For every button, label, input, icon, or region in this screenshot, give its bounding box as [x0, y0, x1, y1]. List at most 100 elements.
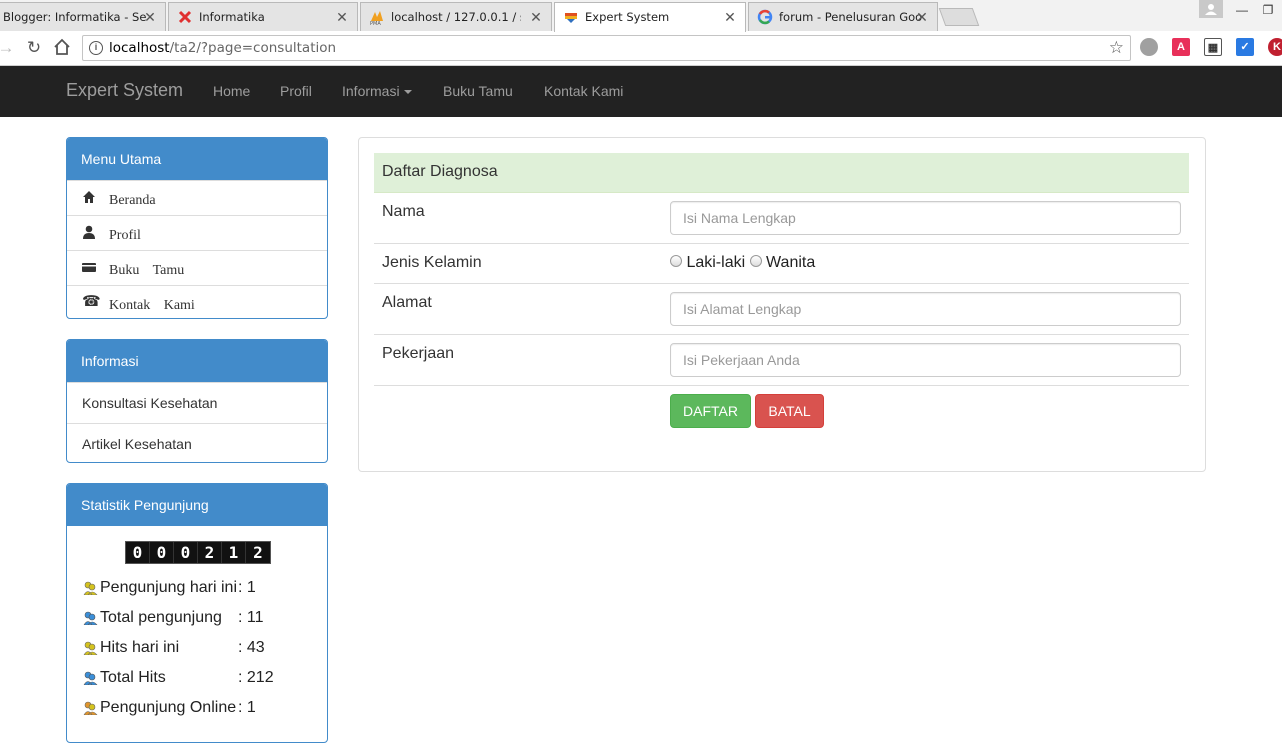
url-host: localhost: [109, 40, 170, 56]
expert-system-icon: [563, 8, 579, 24]
url-path: /ta2/?page=consultation: [169, 40, 337, 56]
browser-addressbar: → ↻ i localhost/ta2/?page=consultation ☆…: [0, 31, 1282, 66]
sidebar-item-buku-tamu[interactable]: Buku Tamu: [67, 250, 327, 285]
sidebar-item-profil[interactable]: Profil: [67, 215, 327, 250]
browser-tab-informatika[interactable]: Informatika ✕: [168, 2, 358, 31]
google-icon: [757, 8, 773, 25]
sidebar-item-label: Buku Tamu: [109, 263, 185, 278]
extension-icon[interactable]: [1140, 38, 1158, 56]
people-icon: [82, 699, 98, 716]
user-icon: [82, 225, 96, 239]
radio-label-laki-laki[interactable]: Laki-laki: [686, 254, 745, 271]
home-icon: [82, 190, 96, 204]
people-icon: [82, 639, 98, 656]
bookmark-star-icon[interactable]: ☆: [1109, 38, 1124, 58]
stat-value: : 43: [238, 639, 265, 656]
k-extension-icon[interactable]: K: [1268, 38, 1282, 56]
informasi-panel: Informasi Konsultasi Kesehatan Artikel K…: [66, 339, 328, 463]
stat-value: : 11: [238, 609, 264, 626]
panel-heading: Menu Utama: [67, 138, 327, 180]
minimize-icon[interactable]: —: [1229, 0, 1255, 22]
people-icon: [82, 669, 98, 686]
phpmyadmin-icon: PMA: [369, 8, 385, 27]
sidebar-item-konsultasi-kesehatan[interactable]: Konsultasi Kesehatan: [67, 382, 327, 423]
nama-input[interactable]: [670, 201, 1181, 235]
menu-utama-panel: Menu Utama Beranda Profil Buku Tamu ☎ Ko…: [66, 137, 328, 319]
alamat-input[interactable]: [670, 292, 1181, 326]
stat-row-hits-today: Hits hari ini : 43: [82, 639, 265, 659]
alamat-label: Alamat: [382, 294, 432, 311]
sidebar-item-label: Beranda: [109, 193, 156, 208]
form-row-pekerjaan: Pekerjaan: [374, 335, 1189, 386]
site-navbar: Expert System Home Profil Informasi Buku…: [0, 66, 1282, 117]
book-icon: [82, 260, 96, 274]
form-row-jenis-kelamin: Jenis Kelamin Laki-laki Wanita: [374, 244, 1189, 284]
daftar-button[interactable]: DAFTAR: [670, 394, 751, 428]
close-icon[interactable]: ✕: [723, 10, 737, 24]
radio-laki-laki[interactable]: [670, 254, 682, 267]
red-x-icon: [177, 8, 193, 24]
sidebar-item-beranda[interactable]: Beranda: [67, 180, 327, 215]
home-icon[interactable]: [52, 38, 72, 58]
sidebar-item-artikel-kesehatan[interactable]: Artikel Kesehatan: [67, 423, 327, 462]
sidebar-item-label: Profil: [109, 228, 141, 243]
counter-digit: 0: [174, 542, 198, 563]
tab-title: Expert System: [585, 9, 670, 24]
stat-label: Total Hits: [100, 669, 166, 686]
nav-home[interactable]: Home: [213, 83, 250, 99]
stat-row-today-visitors: Pengunjung hari ini: 1: [82, 579, 256, 599]
stat-row-total-visitors: Total pengunjung: 11: [82, 609, 264, 629]
form-row-alamat: Alamat: [374, 284, 1189, 335]
nav-informasi-dropdown[interactable]: Informasi: [342, 83, 412, 99]
tab-title: localhost / 127.0.0.1 / sis: [391, 9, 521, 24]
address-input[interactable]: i localhost/ta2/?page=consultation ☆: [82, 35, 1131, 61]
nav-informasi-label: Informasi: [342, 83, 400, 99]
forward-icon[interactable]: →: [0, 38, 16, 58]
caret-down-icon: [403, 90, 412, 95]
radio-label-wanita[interactable]: Wanita: [766, 254, 815, 271]
profile-icon[interactable]: [1199, 0, 1223, 18]
counter-digit: 1: [222, 542, 246, 563]
stat-row-total-hits: Total Hits : 212: [82, 669, 274, 689]
close-icon[interactable]: ✕: [143, 10, 157, 24]
browser-tab-phpmyadmin[interactable]: PMA localhost / 127.0.0.1 / sis ✕: [360, 2, 552, 31]
stat-row-online-visitors: Pengunjung Online: 1: [82, 699, 256, 719]
close-icon[interactable]: ✕: [335, 10, 349, 24]
new-tab-button[interactable]: [938, 8, 980, 26]
form-title: Daftar Diagnosa: [374, 153, 1189, 193]
browser-tab-google[interactable]: forum - Penelusuran Goo ✕: [748, 2, 938, 31]
qr-code-icon[interactable]: ▦: [1204, 38, 1222, 56]
brand-logo[interactable]: Expert System: [66, 80, 183, 101]
pekerjaan-input[interactable]: [670, 343, 1181, 377]
pekerjaan-label: Pekerjaan: [382, 345, 455, 362]
batal-button[interactable]: BATAL: [755, 394, 824, 428]
nav-buku-tamu[interactable]: Buku Tamu: [443, 83, 513, 99]
close-icon[interactable]: ✕: [529, 10, 543, 24]
info-icon[interactable]: i: [89, 41, 103, 55]
phone-icon: ☎: [82, 294, 101, 310]
browser-tab-expert-system[interactable]: Expert System ✕: [554, 2, 746, 32]
visitor-counter: 0 0 0 2 1 2: [125, 541, 271, 564]
reload-icon[interactable]: ↻: [24, 38, 44, 58]
acrobat-icon[interactable]: A: [1172, 38, 1190, 56]
panel-heading: Statistik Pengunjung: [67, 484, 327, 526]
stat-value: : 212: [238, 669, 274, 686]
nav-profil[interactable]: Profil: [280, 83, 312, 99]
stat-label: Hits hari ini: [100, 639, 180, 656]
radio-wanita[interactable]: [749, 254, 762, 267]
browser-tab-blogger[interactable]: Blogger: Informatika - Se ✕: [0, 2, 166, 31]
people-icon: [82, 579, 98, 596]
jenis-kelamin-label: Jenis Kelamin: [382, 254, 482, 271]
close-icon[interactable]: ✕: [915, 10, 929, 24]
stat-value: : 1: [238, 579, 256, 596]
form-row-nama: Nama: [374, 193, 1189, 244]
tab-title: Informatika: [199, 9, 265, 24]
chart-extension-icon[interactable]: ✓: [1236, 38, 1254, 56]
nav-kontak-kami[interactable]: Kontak Kami: [544, 83, 623, 99]
stat-value: : 1: [238, 699, 256, 716]
sidebar-item-kontak-kami[interactable]: ☎ Kontak Kami: [67, 285, 327, 318]
restore-icon[interactable]: ❐: [1255, 0, 1281, 22]
counter-digit: 0: [126, 542, 150, 563]
counter-digit: 2: [198, 542, 222, 563]
url-text: localhost/ta2/?page=consultation: [109, 40, 336, 56]
